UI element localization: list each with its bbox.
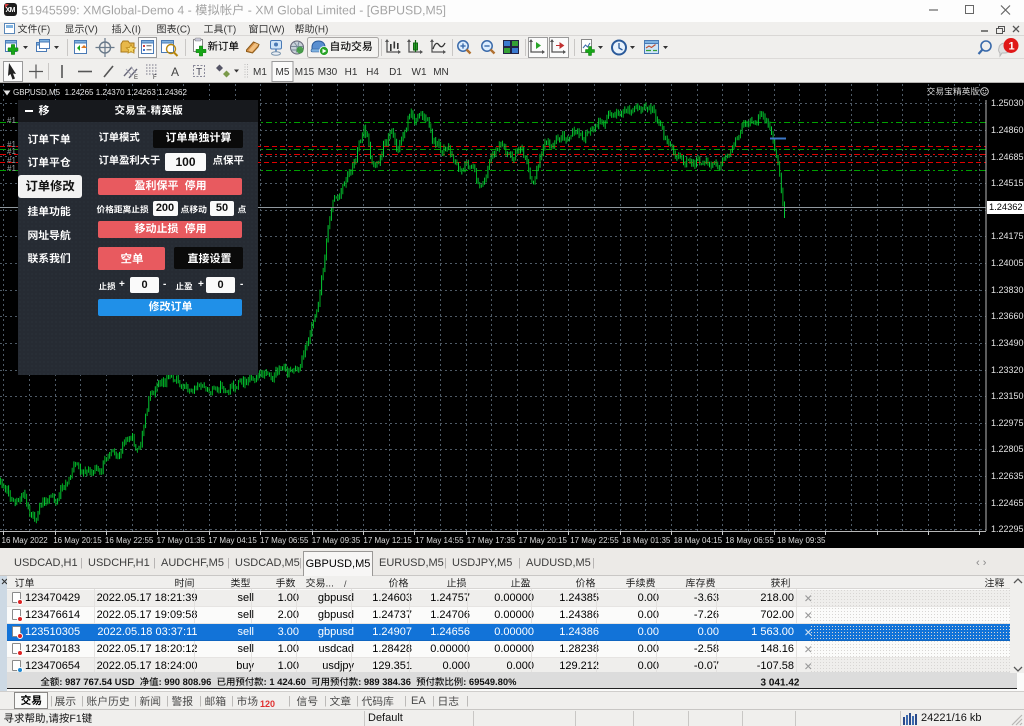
svg-text:D1: D1: [389, 67, 402, 78]
svg-text:M15: M15: [295, 67, 315, 78]
svg-text:M30: M30: [318, 67, 338, 78]
svg-text:W1: W1: [412, 67, 427, 78]
svg-text:H1: H1: [345, 67, 358, 78]
svg-text:MN: MN: [433, 67, 449, 78]
svg-text:1: 1: [1009, 41, 1015, 53]
svg-text:M5: M5: [276, 67, 290, 78]
svg-text:M1: M1: [253, 67, 267, 78]
svg-text:T: T: [196, 67, 202, 78]
svg-text:F: F: [153, 75, 157, 81]
svg-text:A: A: [171, 65, 179, 79]
svg-text:H4: H4: [366, 67, 379, 78]
svg-text:E: E: [134, 75, 138, 81]
